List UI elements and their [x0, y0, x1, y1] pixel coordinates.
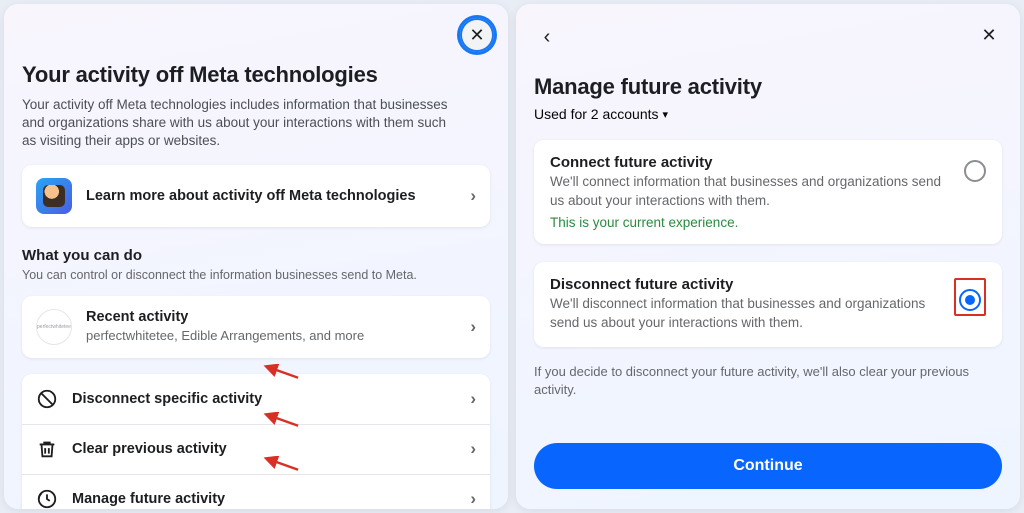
help-text: If you decide to disconnect your future … [534, 363, 1002, 399]
section-heading: What you can do [22, 247, 490, 264]
option-desc: We'll connect information that businesse… [550, 173, 950, 211]
activity-off-meta-panel: ✕ Your activity off Meta technologies Yo… [4, 4, 508, 509]
chevron-left-icon: ‹ [544, 26, 551, 49]
chevron-right-icon: › [470, 489, 476, 509]
option-connect-future-activity[interactable]: Connect future activity We'll connect in… [534, 140, 1002, 244]
radio-disconnect[interactable] [959, 289, 981, 311]
clear-previous-activity-row[interactable]: Clear previous activity › [22, 424, 490, 474]
list-item-label: Manage future activity [72, 491, 456, 507]
list-item-label: Disconnect specific activity [72, 391, 456, 407]
page-subtitle: Your activity off Meta technologies incl… [22, 96, 452, 151]
option-current-note: This is your current experience. [550, 215, 950, 230]
continue-label: Continue [733, 457, 802, 474]
continue-button[interactable]: Continue [534, 443, 1002, 489]
chevron-right-icon: › [470, 389, 476, 409]
section-subtitle: You can control or disconnect the inform… [22, 268, 490, 282]
option-desc: We'll disconnect information that busine… [550, 295, 940, 333]
annotation-highlight-box [954, 278, 986, 316]
option-title: Disconnect future activity [550, 276, 940, 293]
close-icon: ✕ [981, 25, 996, 46]
manage-future-activity-row[interactable]: Manage future activity › [22, 474, 490, 509]
recent-activity-logo-icon: perfectwhitetee [36, 309, 72, 345]
trash-icon [36, 438, 58, 460]
learn-more-label: Learn more about activity off Meta techn… [86, 188, 456, 204]
chevron-right-icon: › [470, 317, 476, 337]
chevron-down-icon: ▾ [663, 108, 669, 121]
accounts-selector[interactable]: Used for 2 accounts ▾ [534, 106, 1002, 122]
recent-activity-title: Recent activity [86, 309, 456, 325]
option-disconnect-future-activity[interactable]: Disconnect future activity We'll disconn… [534, 262, 1002, 347]
page-title: Your activity off Meta technologies [22, 62, 490, 88]
actions-card: Disconnect specific activity › Clear pre… [22, 374, 490, 509]
list-item-label: Clear previous activity [72, 441, 456, 457]
chevron-right-icon: › [470, 439, 476, 459]
recent-activity-desc: perfectwhitetee, Edible Arrangements, an… [86, 327, 456, 345]
page-title: Manage future activity [534, 74, 1002, 100]
accounts-label: Used for 2 accounts [534, 106, 659, 122]
learn-more-avatar-icon [36, 178, 72, 214]
learn-more-card[interactable]: Learn more about activity off Meta techn… [22, 165, 490, 227]
close-icon: ✕ [469, 25, 484, 46]
chevron-right-icon: › [470, 186, 476, 206]
radio-connect[interactable] [964, 160, 986, 182]
close-button[interactable]: ✕ [972, 18, 1006, 52]
back-button[interactable]: ‹ [532, 22, 562, 52]
option-title: Connect future activity [550, 154, 950, 171]
clock-arrow-icon [36, 488, 58, 509]
close-button[interactable]: ✕ [460, 18, 494, 52]
prohibit-icon [36, 388, 58, 410]
recent-activity-card[interactable]: perfectwhitetee Recent activity perfectw… [22, 296, 490, 358]
manage-future-activity-panel: ‹ ✕ Manage future activity Used for 2 ac… [516, 4, 1020, 509]
disconnect-specific-activity-row[interactable]: Disconnect specific activity › [22, 374, 490, 424]
